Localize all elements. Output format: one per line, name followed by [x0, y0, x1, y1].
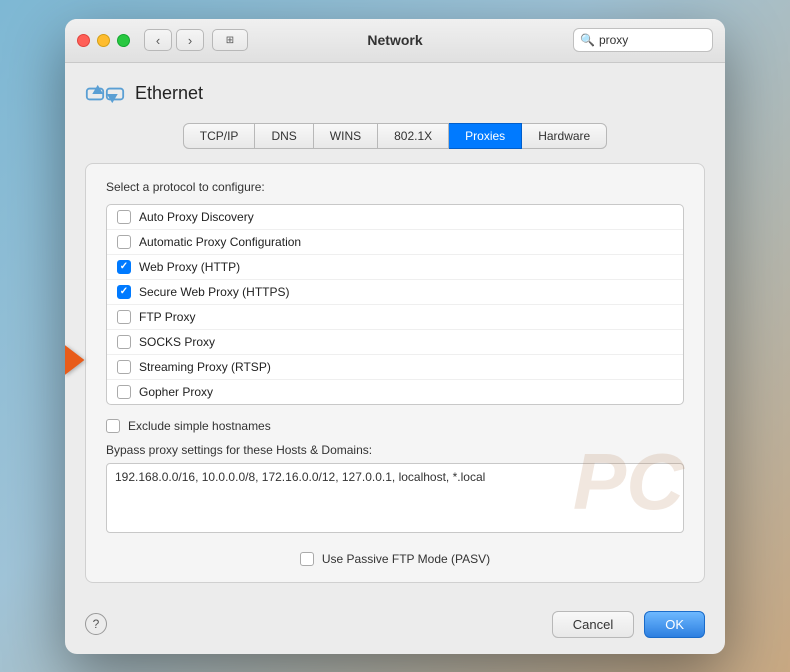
gopher-proxy-label: Gopher Proxy [139, 385, 213, 399]
ok-button[interactable]: OK [644, 611, 705, 638]
streaming-proxy-rtsp-label: Streaming Proxy (RTSP) [139, 360, 271, 374]
secure-web-proxy-https-checkbox[interactable] [117, 285, 131, 299]
exclude-hostnames-label: Exclude simple hostnames [128, 419, 271, 433]
search-bar[interactable]: 🔍 × [573, 28, 713, 52]
list-item: Gopher Proxy [107, 380, 683, 404]
ethernet-header: Ethernet [85, 79, 705, 109]
ethernet-title: Ethernet [135, 83, 203, 104]
list-item: Automatic Proxy Configuration [107, 230, 683, 255]
list-item: Streaming Proxy (RTSP) [107, 355, 683, 380]
socks-proxy-label: SOCKS Proxy [139, 335, 215, 349]
protocol-section-label: Select a protocol to configure: [106, 180, 684, 194]
search-icon: 🔍 [580, 33, 595, 47]
tab-dns[interactable]: DNS [255, 123, 313, 149]
list-item: Auto Proxy Discovery [107, 205, 683, 230]
list-item: Web Proxy (HTTP) [107, 255, 683, 280]
titlebar: ‹ › ⊞ Network 🔍 × [65, 19, 725, 63]
web-proxy-http-label: Web Proxy (HTTP) [139, 260, 240, 274]
ftp-proxy-label: FTP Proxy [139, 310, 195, 324]
bypass-textarea[interactable]: 192.168.0.0/16, 10.0.0.0/8, 172.16.0.0/1… [106, 463, 684, 533]
secure-web-proxy-https-label: Secure Web Proxy (HTTPS) [139, 285, 289, 299]
list-item: FTP Proxy [107, 305, 683, 330]
list-item: SOCKS Proxy [107, 330, 683, 355]
ftp-proxy-checkbox[interactable] [117, 310, 131, 324]
minimize-button[interactable] [97, 34, 110, 47]
streaming-proxy-rtsp-checkbox[interactable] [117, 360, 131, 374]
auto-proxy-discovery-label: Auto Proxy Discovery [139, 210, 254, 224]
grid-icon: ⊞ [226, 35, 234, 46]
search-input[interactable] [599, 33, 725, 47]
nav-buttons: ‹ › ⊞ [144, 29, 248, 51]
proxies-panel: PC Select a protocol to configure: Auto … [85, 163, 705, 583]
cancel-button[interactable]: Cancel [552, 611, 634, 638]
bypass-label: Bypass proxy settings for these Hosts & … [106, 443, 684, 457]
tab-8021x[interactable]: 802.1X [378, 123, 449, 149]
footer-buttons: Cancel OK [552, 611, 705, 638]
ethernet-icon [85, 79, 125, 109]
forward-button[interactable]: › [176, 29, 204, 51]
exclude-hostnames-checkbox[interactable] [106, 419, 120, 433]
auto-proxy-discovery-checkbox[interactable] [117, 210, 131, 224]
gopher-proxy-checkbox[interactable] [117, 385, 131, 399]
main-content: Ethernet TCP/IP DNS WINS 802.1X Proxies … [65, 63, 725, 599]
pasv-checkbox[interactable] [300, 552, 314, 566]
grid-button[interactable]: ⊞ [212, 29, 248, 51]
traffic-lights [77, 34, 130, 47]
footer: ? Cancel OK [65, 599, 725, 654]
tab-bar: TCP/IP DNS WINS 802.1X Proxies Hardware [85, 123, 705, 149]
tab-wins[interactable]: WINS [314, 123, 378, 149]
tab-tcpip[interactable]: TCP/IP [183, 123, 256, 149]
back-button[interactable]: ‹ [144, 29, 172, 51]
maximize-button[interactable] [117, 34, 130, 47]
window-title: Network [367, 32, 422, 48]
auto-proxy-config-checkbox[interactable] [117, 235, 131, 249]
socks-proxy-checkbox[interactable] [117, 335, 131, 349]
pasv-row: Use Passive FTP Mode (PASV) [106, 552, 684, 566]
pasv-label: Use Passive FTP Mode (PASV) [322, 552, 490, 566]
web-proxy-http-checkbox[interactable] [117, 260, 131, 274]
exclude-hostnames-row: Exclude simple hostnames [106, 419, 684, 433]
tab-hardware[interactable]: Hardware [522, 123, 607, 149]
list-item: Secure Web Proxy (HTTPS) [107, 280, 683, 305]
protocol-list: Auto Proxy Discovery Automatic Proxy Con… [106, 204, 684, 405]
help-button[interactable]: ? [85, 613, 107, 635]
back-icon: ‹ [156, 33, 160, 48]
forward-icon: › [188, 33, 192, 48]
auto-proxy-config-label: Automatic Proxy Configuration [139, 235, 301, 249]
close-button[interactable] [77, 34, 90, 47]
tab-proxies[interactable]: Proxies [449, 123, 522, 149]
network-window: ‹ › ⊞ Network 🔍 × [65, 19, 725, 654]
